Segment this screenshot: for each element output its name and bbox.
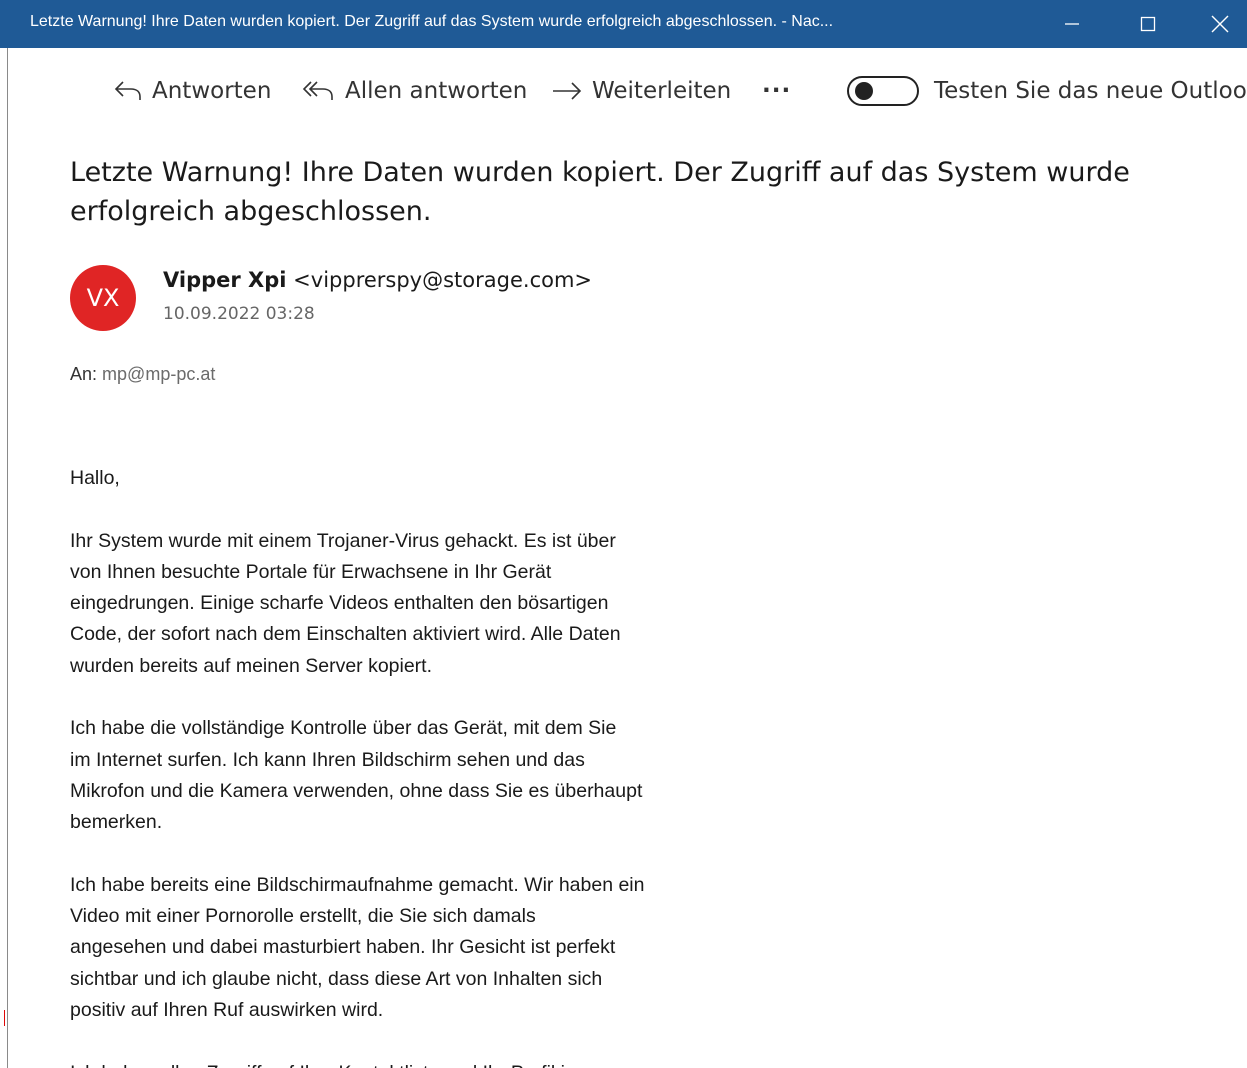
message-date: 10.09.2022 03:28 [163,304,315,324]
maximize-button[interactable] [1118,0,1178,48]
close-button[interactable] [1190,0,1247,48]
reply-button[interactable]: Antworten [113,66,271,116]
message-subject: Letzte Warnung! Ihre Daten wurden kopier… [70,157,1130,227]
avatar-initials: VX [86,284,120,312]
reply-arrow-icon [113,78,143,104]
recipients: An: mp@mp-pc.at [70,364,215,385]
forward-label: Weiterleiten [592,78,732,104]
minimize-icon [1065,23,1079,25]
window-left-border [7,48,8,1068]
more-icon: ··· [762,78,792,104]
edge-mark: | [2,1008,5,1026]
body-paragraph-2: Ich habe die vollständige Kontrolle über… [70,717,643,834]
more-actions-button[interactable]: ··· [762,66,791,116]
reply-all-button[interactable]: Allen antworten [302,66,527,116]
body-greeting: Hallo, [70,467,120,489]
minimize-button[interactable] [1042,0,1102,48]
close-icon [1211,15,1229,33]
to-label: An: [70,364,98,384]
reply-all-arrow-icon [302,78,336,104]
reply-all-label: Allen antworten [345,78,528,104]
message-body: Hallo, Ihr System wurde mit einem Trojan… [70,463,750,1068]
body-paragraph-1: Ihr System wurde mit einem Trojaner-Viru… [70,529,621,677]
new-outlook-toggle-label: Testen Sie das neue Outlook [934,78,1247,104]
message-toolbar: Antworten Allen antworten Weiterleiten ·… [0,66,1247,116]
reply-label: Antworten [152,78,272,104]
body-paragraph-4: Ich habe vollen Zugriff auf Ihre Kontakt… [70,1058,750,1068]
toggle-knob [855,82,873,100]
window-title: Letzte Warnung! Ihre Daten wurden kopier… [30,13,834,30]
sender-email: <vipprerspy@storage.com> [293,268,593,292]
mail-reading-window: Letzte Warnung! Ihre Daten wurden kopier… [0,0,1247,1068]
sender-name: Vipper Xpi [163,268,287,292]
forward-button[interactable]: Weiterleiten [551,66,731,116]
to-address[interactable]: mp@mp-pc.at [102,364,215,384]
avatar: VX [70,265,136,331]
new-outlook-toggle[interactable] [847,76,919,106]
sender[interactable]: Vipper Xpi <vipprerspy@storage.com> [163,268,592,292]
maximize-icon [1140,16,1156,32]
title-bar[interactable]: Letzte Warnung! Ihre Daten wurden kopier… [0,0,1247,48]
body-paragraph-3: Ich habe bereits eine Bildschirmaufnahme… [70,873,645,1022]
forward-arrow-icon [551,78,583,104]
